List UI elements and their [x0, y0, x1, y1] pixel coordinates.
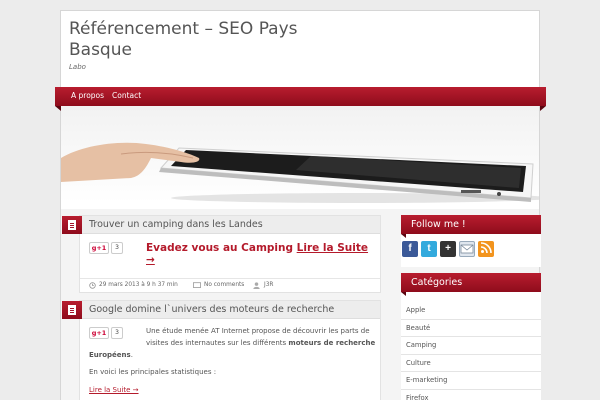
- site-title[interactable]: Référencement – SEO Pays Basque: [69, 19, 309, 61]
- tablet-hand-image: [61, 142, 539, 203]
- post-icon-tab: [62, 301, 82, 319]
- post-icon-tab: [62, 216, 82, 234]
- post-comments-link[interactable]: No comments: [204, 282, 244, 288]
- post-excerpt-line: visites des internautes sur les différen…: [146, 337, 375, 349]
- post-cta: Evadez vous au Camping Lire la Suite →: [146, 242, 380, 266]
- category-link[interactable]: E-marketing: [401, 372, 541, 390]
- read-more-link[interactable]: Lire la Suite →: [89, 384, 139, 396]
- clock-icon: [89, 282, 96, 289]
- cta-text: Evadez vous au Camping: [146, 242, 297, 254]
- post-meta: 29 mars 2013 à 9 h 37 min No comments J3…: [80, 278, 380, 292]
- excerpt-text: visites des internautes sur les différen…: [146, 339, 289, 347]
- content-area: Trouver un camping dans les Landes g+1 3…: [61, 209, 541, 400]
- excerpt-text: .: [130, 351, 133, 359]
- user-icon: [253, 282, 260, 289]
- post-date: 29 mars 2013 à 9 h 37 min: [99, 282, 178, 288]
- email-icon[interactable]: [459, 241, 475, 257]
- google-plus-one-button[interactable]: g+1: [89, 327, 109, 339]
- nav-item-apropos[interactable]: A propos: [71, 91, 104, 100]
- post-author-link[interactable]: J3R: [264, 282, 273, 288]
- category-link[interactable]: Camping: [401, 337, 541, 355]
- post-card: Trouver un camping dans les Landes g+1 3…: [62, 215, 381, 293]
- page-wrapper: Référencement – SEO Pays Basque Labo A p…: [55, 10, 546, 400]
- excerpt-bold: Européens: [89, 351, 131, 359]
- rss-icon[interactable]: [478, 241, 494, 257]
- sidebar-follow-widget: Follow me ! f t +: [401, 215, 541, 267]
- nav-item-contact[interactable]: Contact: [112, 91, 141, 100]
- google-plus-count: 3: [111, 242, 123, 254]
- category-link[interactable]: Firefox: [401, 390, 541, 400]
- category-link[interactable]: Apple: [401, 302, 541, 320]
- excerpt-bold: moteurs de recherche: [288, 339, 376, 347]
- category-link[interactable]: Beauté: [401, 320, 541, 337]
- google-plus-count: 3: [111, 327, 123, 339]
- sidebar-categories-widget: Catégories Apple Beauté Camping Culture …: [401, 273, 541, 400]
- site-tagline: Labo: [69, 63, 86, 71]
- post-excerpt-line: Européens.: [89, 349, 133, 361]
- post-card: Google domine l`univers des moteurs de r…: [62, 300, 381, 400]
- main-nav: A propos Contact: [55, 87, 546, 111]
- post-stats-line: En voici les principales statistiques :: [89, 368, 217, 376]
- twitter-icon[interactable]: t: [421, 241, 437, 257]
- facebook-icon[interactable]: f: [402, 241, 418, 257]
- google-plus-one-button[interactable]: g+1: [89, 242, 109, 254]
- categories-widget-title: Catégories: [401, 273, 541, 296]
- comment-icon: [193, 282, 201, 288]
- post-title[interactable]: Google domine l`univers des moteurs de r…: [80, 301, 380, 319]
- google-plus-icon[interactable]: +: [440, 241, 456, 257]
- document-icon: [68, 305, 76, 315]
- category-link[interactable]: Culture: [401, 355, 541, 372]
- document-icon: [68, 220, 76, 230]
- post-title[interactable]: Trouver un camping dans les Landes: [80, 216, 380, 234]
- header-banner-image: [61, 106, 539, 203]
- follow-widget-title: Follow me !: [401, 215, 541, 238]
- post-excerpt-line: Une étude menée AT Internet propose de d…: [146, 327, 370, 335]
